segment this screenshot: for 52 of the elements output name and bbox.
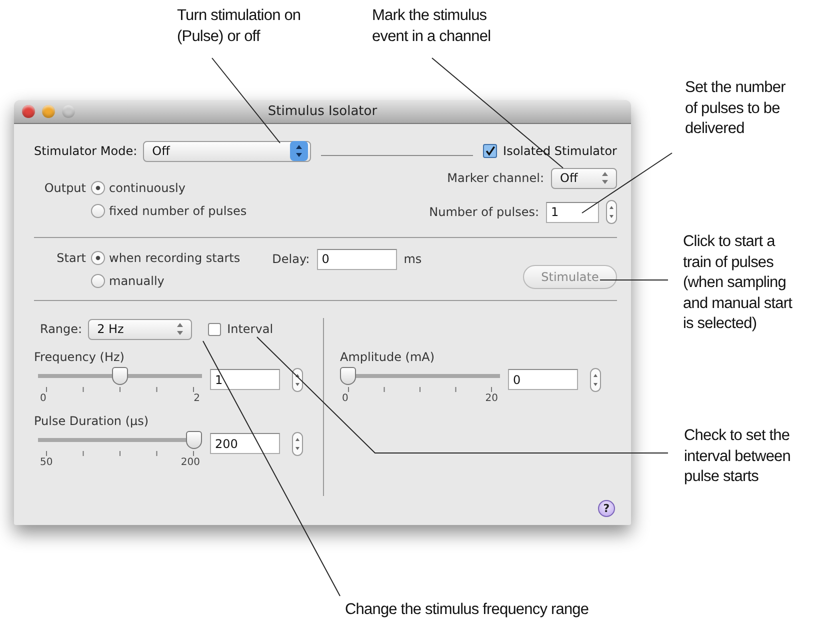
slider-label: Pulse Duration (µs)	[34, 413, 150, 429]
range-popup[interactable]: 2 Hz	[88, 318, 192, 340]
popup-arrows-icon	[290, 141, 308, 161]
slider-thumb[interactable]	[112, 367, 128, 385]
tick-label: 0	[40, 393, 46, 404]
checkbox[interactable]	[483, 144, 498, 158]
field-label: Marker channel:	[447, 171, 544, 185]
callout-text: Check to set the interval between pulse starts	[684, 426, 790, 487]
radio-label: fixed number of pulses	[109, 204, 247, 218]
slider-thumb[interactable]	[186, 431, 202, 449]
slider-label: Frequency (Hz)	[34, 349, 126, 365]
value-field[interactable]: 0	[508, 369, 578, 390]
checkbox[interactable]	[208, 322, 222, 336]
unit-label: ms	[404, 252, 422, 266]
tick-label: 0	[342, 393, 348, 404]
field-label: Range:	[40, 322, 82, 336]
group-label: Start	[56, 250, 86, 267]
slider-label: Amplitude (mA)	[340, 349, 436, 365]
field-label: Number of pulses:	[429, 205, 539, 219]
tick-label: 50	[40, 457, 53, 468]
callout-text: Turn stimulation on (Pulse) or off	[177, 6, 301, 46]
stepper-control[interactable]	[292, 368, 303, 392]
group-label: Output	[43, 180, 86, 197]
radio-button[interactable]	[91, 181, 105, 195]
mode-popup[interactable]: Off	[143, 140, 312, 162]
value-field[interactable]: 1	[210, 369, 280, 390]
popup-arrows-icon	[602, 172, 608, 184]
tick-label: 200	[180, 457, 200, 468]
callout-text: Mark the stimulus event in a channel	[372, 6, 491, 46]
tick-label: 2	[194, 393, 200, 404]
field-label: Delay:	[272, 252, 310, 266]
radio-label: when recording starts	[109, 251, 240, 265]
callout-text: Change the stimulus frequency range	[345, 600, 589, 620]
marker-popup[interactable]: Off	[551, 168, 617, 188]
callout-text: Set the number of pulses to be delivered	[685, 78, 786, 139]
radio-label: continuously	[109, 181, 186, 195]
field-label: Stimulator Mode:	[34, 144, 138, 158]
slider-thumb[interactable]	[340, 367, 356, 385]
window-title: Stimulus Isolator	[268, 104, 378, 119]
radio-button[interactable]	[91, 204, 105, 218]
popup-arrows-icon	[177, 323, 184, 335]
close-button[interactable]	[22, 105, 35, 118]
radio-button[interactable]	[91, 251, 105, 265]
radio-label: manually	[109, 274, 164, 288]
checkbox-label: Interval	[227, 322, 274, 336]
radio-button[interactable]	[91, 274, 105, 288]
callout-text: Click to start a train of pulses (when sampling and manual start is selected)	[683, 232, 792, 334]
delay-field[interactable]: 0	[316, 248, 397, 270]
value-field[interactable]: 200	[210, 433, 280, 454]
pulses-field[interactable]: 1	[546, 202, 599, 222]
help-button[interactable]: ?	[598, 500, 615, 517]
tick-label: 20	[485, 393, 498, 404]
